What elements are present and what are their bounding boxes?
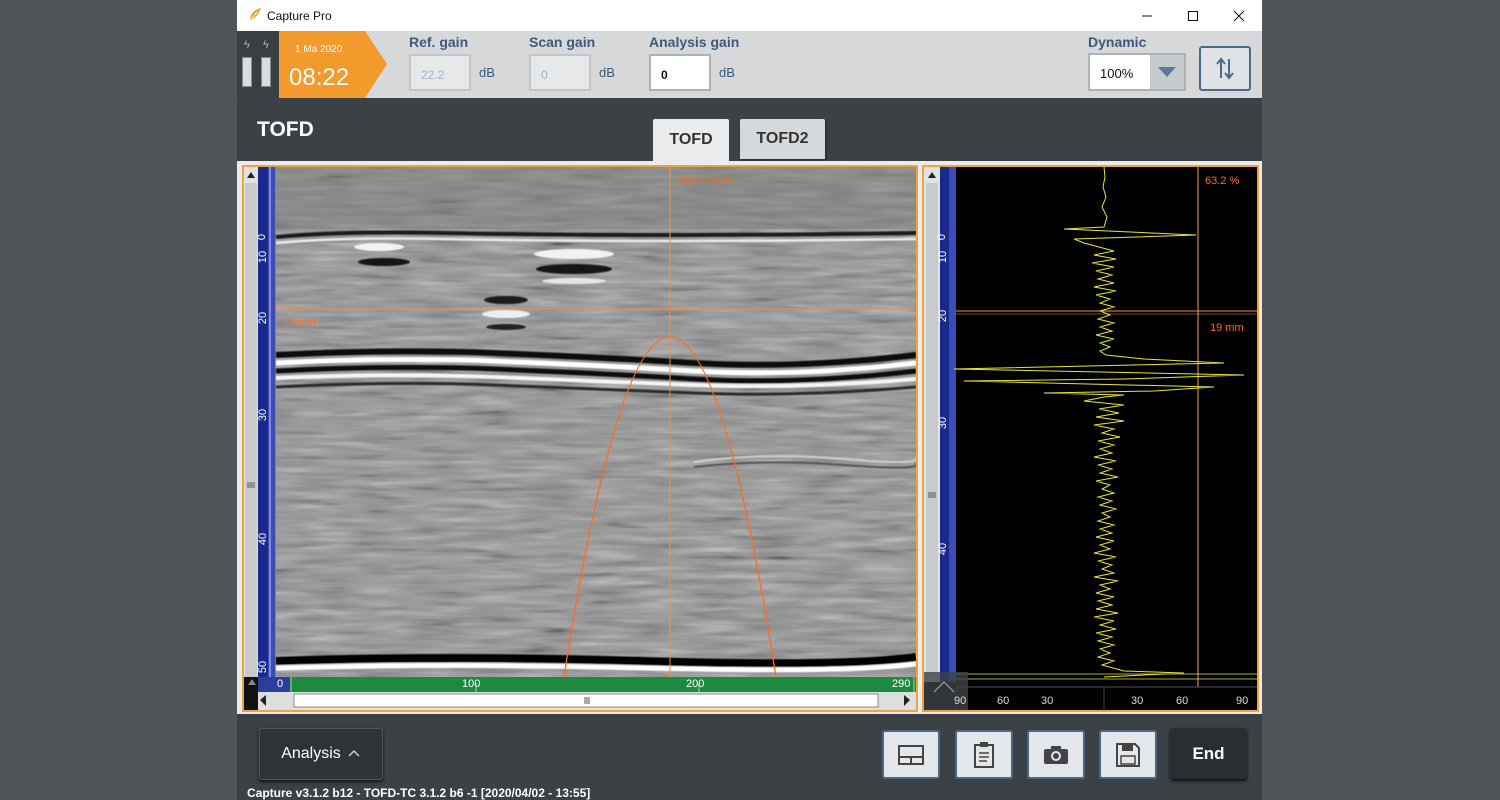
depth-tick: 50 <box>257 660 270 674</box>
ascan-depth-tick: 30 <box>937 416 950 430</box>
ascan-view: 0 10 20 30 40 90 60 30 30 60 90 63.2 % 1… <box>922 165 1259 712</box>
layout-icon <box>898 744 924 765</box>
section-title: TOFD <box>257 118 314 141</box>
analysis-gain-input[interactable]: 0 <box>649 54 711 91</box>
dropdown-arrow[interactable] <box>1150 55 1184 89</box>
current-time: 08:22 <box>289 64 350 91</box>
amplitude-readout: 63.2 % <box>1205 175 1240 187</box>
bottom-bar: Analysis End Capture v3.1.2 b12 - TOFD-T… <box>237 714 1262 800</box>
dynamic-label: Dynamic <box>1088 34 1147 50</box>
ascan-depth-tick: 10 <box>937 250 950 264</box>
window-title: Capture Pro <box>267 9 332 23</box>
amp-tick: 60 <box>1176 695 1189 707</box>
scan-tick: 0 <box>277 678 284 690</box>
up-down-arrows-icon <box>1216 57 1234 80</box>
scan-tick: 200 <box>686 678 705 690</box>
save-button[interactable] <box>1099 730 1157 779</box>
app-logo-icon <box>249 8 261 22</box>
ref-gain-label: Ref. gain <box>409 34 469 50</box>
ref-gain-unit: dB <box>479 65 495 80</box>
depth-tick: 30 <box>257 408 270 422</box>
battery-cell-icon <box>261 57 271 87</box>
end-button[interactable]: End <box>1170 728 1247 779</box>
analysis-label: Analysis <box>281 745 341 762</box>
charge-icon: ϟ <box>244 39 250 51</box>
scan-tick: 290 <box>892 678 911 690</box>
camera-icon <box>1044 745 1068 764</box>
amp-tick: 90 <box>954 695 967 707</box>
scan-tick: 100 <box>462 678 481 690</box>
close-button[interactable] <box>1216 0 1262 31</box>
status-bar-text: Capture v3.1.2 b12 - TOFD-TC 3.1.2 b6 -1… <box>247 786 591 800</box>
analysis-gain-label: Analysis gain <box>649 34 740 50</box>
swap-view-button[interactable] <box>1199 46 1251 91</box>
date-time-display: 1 Ma 2020 08:22 <box>279 31 387 98</box>
depth-tick: 40 <box>257 532 270 546</box>
depth-tick: 20 <box>257 311 270 325</box>
analysis-menu-button[interactable]: Analysis <box>259 728 383 780</box>
current-date: 1 Ma 2020 <box>295 44 343 55</box>
tofd-panel: 0 10 20 30 40 50 0 100 200 290 183.69 mm… <box>237 161 1262 714</box>
ref-gain-field: 22.2 <box>409 54 471 91</box>
dynamic-select[interactable]: 100% <box>1088 53 1186 91</box>
minimize-icon <box>1142 15 1152 16</box>
screenshot-button[interactable] <box>1027 730 1085 779</box>
cursor-x-readout: 183.69 mm <box>677 175 733 187</box>
layout-button[interactable] <box>882 730 940 779</box>
amp-tick: 90 <box>1236 695 1249 707</box>
ascan-depth-tick: 40 <box>937 542 950 556</box>
capture-pro-window: Capture Pro ϟ ϟ 1 Ma 2020 08:22 Ref. gai… <box>237 0 1262 800</box>
gain-toolbar: ϟ ϟ 1 Ma 2020 08:22 Ref. gain 22.2 dB Sc… <box>237 31 1262 98</box>
cursor-y-readout: 19 mm <box>282 317 316 329</box>
ascan-cursor-y-readout: 19 mm <box>1210 322 1244 334</box>
scan-gain-label: Scan gain <box>529 34 596 50</box>
scan-gain-field: 0 <box>529 54 591 91</box>
save-icon <box>1116 742 1140 767</box>
ascan-depth-tick: 20 <box>937 309 950 323</box>
bscan-image[interactable] <box>244 167 916 710</box>
tab-tofd[interactable]: TOFD <box>653 119 729 161</box>
amp-tick: 30 <box>1041 695 1054 707</box>
dynamic-value: 100% <box>1100 66 1134 81</box>
scan-gain-unit: dB <box>599 65 615 80</box>
report-button[interactable] <box>955 730 1013 779</box>
amp-tick: 60 <box>997 695 1010 707</box>
battery-cell-icon <box>242 57 252 87</box>
maximize-button[interactable] <box>1170 0 1216 31</box>
analysis-gain-unit: dB <box>719 65 735 80</box>
tab-tofd2[interactable]: TOFD2 <box>740 119 825 159</box>
amp-tick: 30 <box>1131 695 1144 707</box>
title-bar: Capture Pro <box>237 0 1262 31</box>
chevron-up-icon <box>348 749 360 757</box>
minimize-button[interactable] <box>1124 0 1170 31</box>
chevron-down-icon <box>1158 67 1176 77</box>
ascan-depth-tick: 0 <box>936 233 949 241</box>
depth-tick: 0 <box>256 233 269 241</box>
clipboard-icon <box>974 741 994 768</box>
charge-icon: ϟ <box>263 39 269 51</box>
close-icon <box>1233 10 1245 21</box>
ascan-plot[interactable] <box>924 167 1257 710</box>
maximize-icon <box>1188 10 1198 21</box>
bscan-view: 0 10 20 30 40 50 0 100 200 290 183.69 mm… <box>242 165 918 712</box>
depth-tick: 10 <box>257 250 270 264</box>
battery-indicator: ϟ ϟ <box>237 31 279 98</box>
